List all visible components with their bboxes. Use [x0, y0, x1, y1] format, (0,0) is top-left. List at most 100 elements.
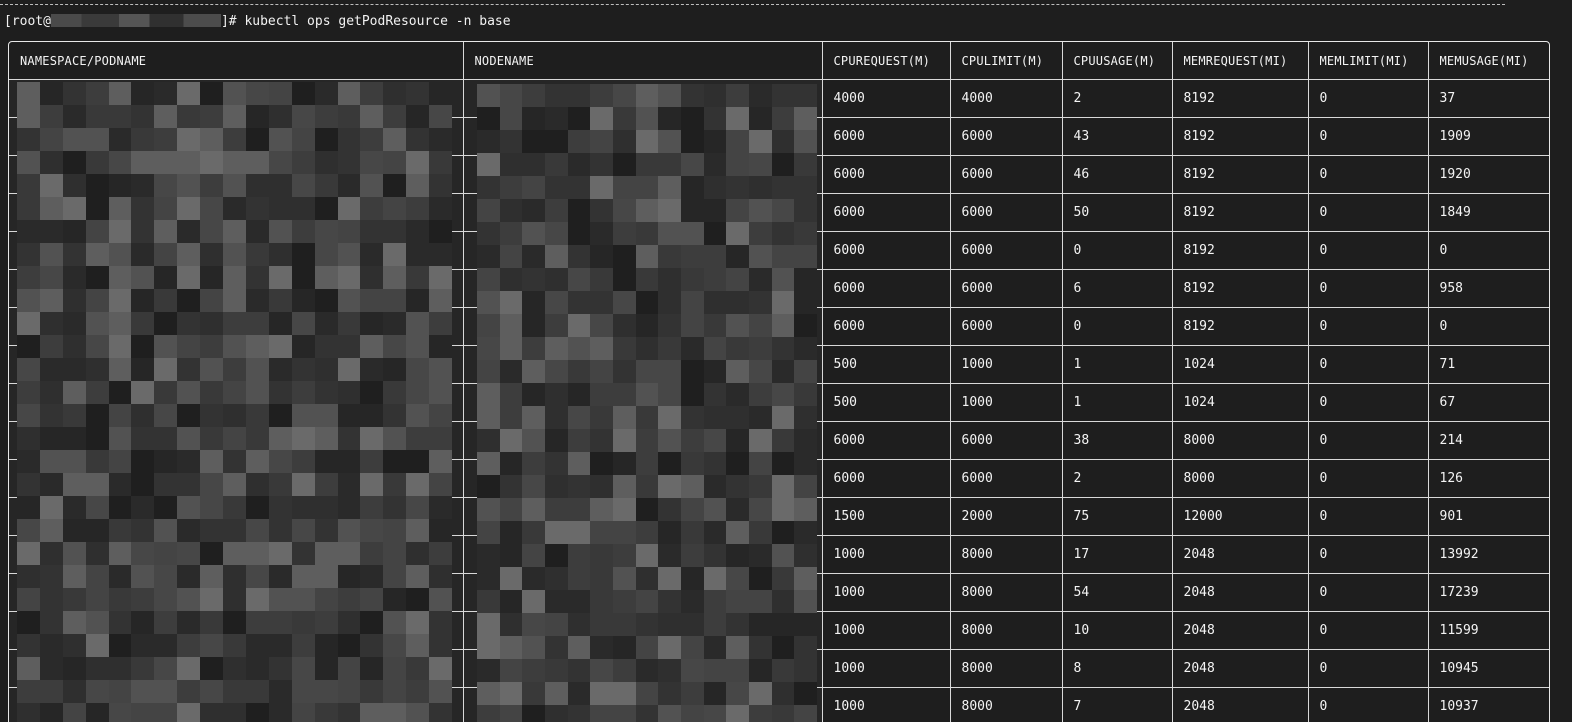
table-cell: 37: [1427, 79, 1549, 118]
table-cell: 0: [1307, 611, 1429, 650]
column-header-namespace-podname: NAMESPACE/PODNAME: [9, 42, 464, 80]
table-cell: 6000: [821, 155, 951, 194]
table-cell: 8: [1061, 649, 1173, 688]
table-cell: 8192: [1171, 231, 1309, 270]
table-cell: 0: [1307, 345, 1429, 384]
table-cell: 11599: [1427, 611, 1549, 650]
table-cell: 1: [1061, 383, 1173, 422]
table-cell: 4000: [949, 79, 1063, 118]
table-cell: 43: [1061, 117, 1173, 156]
table-cell: 6000: [949, 421, 1063, 460]
table-cell: 17: [1061, 535, 1173, 574]
table-cell: 1: [1061, 345, 1173, 384]
masked-hostname: [50, 14, 221, 27]
table-cell: 6000: [949, 269, 1063, 308]
table-cell: 8000: [949, 573, 1063, 612]
table-cell: 2: [1061, 79, 1173, 118]
table-cell: 10: [1061, 611, 1173, 650]
table-cell: 8000: [949, 611, 1063, 650]
table-cell: 2048: [1171, 573, 1309, 612]
table-cell: 1909: [1427, 117, 1549, 156]
table-cell: 6000: [949, 155, 1063, 194]
table-cell: 2: [1061, 459, 1173, 498]
column-header-memusage-mi: MEMUSAGE(MI): [1427, 42, 1549, 80]
table-cell: 2000: [949, 497, 1063, 536]
table-cell: 6000: [949, 307, 1063, 346]
table-cell: 8000: [949, 687, 1063, 722]
table-cell: 4000: [821, 79, 951, 118]
table-cell: 6000: [821, 193, 951, 232]
table-cell: 6000: [821, 421, 951, 460]
table-cell: 8192: [1171, 269, 1309, 308]
table-cell: 0: [1307, 231, 1429, 270]
table-cell: 0: [1307, 535, 1429, 574]
table-cell: 38: [1061, 421, 1173, 460]
table-cell: 10945: [1427, 649, 1549, 688]
table-cell: 214: [1427, 421, 1549, 460]
table-cell: 500: [821, 345, 951, 384]
table-cell: 1500: [821, 497, 951, 536]
table-cell: 2048: [1171, 535, 1309, 574]
table-cell: 1000: [821, 649, 951, 688]
table-cell: 0: [1307, 79, 1429, 118]
table-cell: 2048: [1171, 687, 1309, 722]
table-cell: 1024: [1171, 383, 1309, 422]
table-cell: 2048: [1171, 611, 1309, 650]
table-cell: 6000: [821, 231, 951, 270]
table-cell: 0: [1307, 497, 1429, 536]
table-cell: 8000: [1171, 459, 1309, 498]
table-cell: 0: [1307, 383, 1429, 422]
column-header-memrequest-mi: MEMREQUEST(MI): [1171, 42, 1309, 80]
table-cell: 0: [1307, 193, 1429, 232]
table-cell: 7: [1061, 687, 1173, 722]
table-cell: 8192: [1171, 155, 1309, 194]
column-header-cpurequest-m: CPUREQUEST(M): [821, 42, 951, 80]
table-header-row: NAMESPACE/PODNAME NODENAME CPUREQUEST(M) CP…: [9, 42, 1549, 80]
command-prompt: [root@ ]# kubectl ops getPodResource -n b…: [4, 13, 511, 31]
table-cell: 1920: [1427, 155, 1549, 194]
table-cell: 6: [1061, 269, 1173, 308]
table-cell: 0: [1307, 459, 1429, 498]
table-cell: 75: [1061, 497, 1173, 536]
table-cell: 0: [1307, 155, 1429, 194]
table-cell: 8192: [1171, 79, 1309, 118]
table-cell: 1024: [1171, 345, 1309, 384]
table-cell: 1000: [821, 573, 951, 612]
table-cell: 8000: [949, 649, 1063, 688]
table-cell: 0: [1307, 307, 1429, 346]
column-header-memlimit-mi: MEMLIMIT(MI): [1307, 42, 1429, 80]
table-cell: 958: [1427, 269, 1549, 308]
table-cell: 8192: [1171, 307, 1309, 346]
table-cell: 1849: [1427, 193, 1549, 232]
table-cell: 0: [1427, 231, 1549, 270]
table-cell: 0: [1307, 269, 1429, 308]
table-cell: 71: [1427, 345, 1549, 384]
table-cell: 46: [1061, 155, 1173, 194]
table-cell: 500: [821, 383, 951, 422]
pod-name-redaction: [17, 82, 452, 722]
table-cell: 6000: [821, 307, 951, 346]
table-cell: 0: [1061, 307, 1173, 346]
table-cell: 0: [1061, 231, 1173, 270]
table-cell: 1000: [821, 535, 951, 574]
table-cell: 8000: [949, 535, 1063, 574]
table-cell: 6000: [949, 459, 1063, 498]
table-cell: 6000: [821, 117, 951, 156]
table-cell: 1000: [949, 345, 1063, 384]
table-cell: 6000: [821, 459, 951, 498]
prompt-prefix: [root@: [4, 14, 51, 29]
table-cell: 0: [1427, 307, 1549, 346]
table-cell: 0: [1307, 687, 1429, 722]
table-cell: 10937: [1427, 687, 1549, 722]
table-cell: 6000: [949, 231, 1063, 270]
table-cell: 17239: [1427, 573, 1549, 612]
table-cell: 0: [1307, 649, 1429, 688]
table-cell: 6000: [949, 117, 1063, 156]
table-cell: 12000: [1171, 497, 1309, 536]
table-cell: 8192: [1171, 117, 1309, 156]
prompt-command: ]# kubectl ops getPodResource -n base: [220, 14, 511, 29]
table-cell: 1000: [821, 611, 951, 650]
table-cell: 54: [1061, 573, 1173, 612]
table-cell: 0: [1307, 573, 1429, 612]
column-header-cpulimit-m: CPULIMIT(M): [949, 42, 1063, 80]
